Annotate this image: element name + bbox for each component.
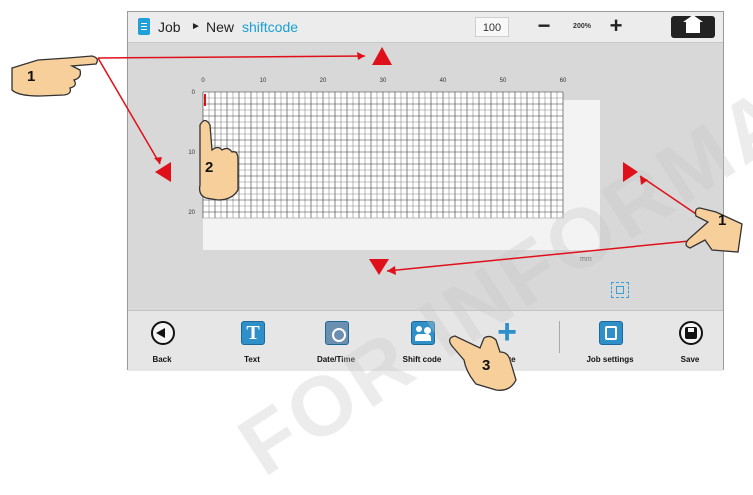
callout-line [97,55,366,59]
callout-arrowhead [357,52,365,60]
callout-number-1: 1 [27,68,36,85]
annotation-overlay [11,47,743,391]
scroll-down-arrow-icon [369,259,389,275]
callout-line [386,236,731,272]
scroll-left-arrow-icon [155,162,171,182]
callout-number-3: 3 [482,357,491,374]
callout-arrowhead [387,266,396,275]
callout-arrowhead [154,157,162,164]
callout-line [97,57,161,165]
callout-arrowhead [640,176,648,185]
pointing-hand-icon [11,55,98,97]
callout-number-2: 2 [205,159,214,176]
scroll-right-arrow-icon [623,162,638,182]
callout-number-1: 1 [718,212,727,229]
pointing-hand-icon [685,207,743,253]
scroll-up-arrow-icon [372,47,392,65]
